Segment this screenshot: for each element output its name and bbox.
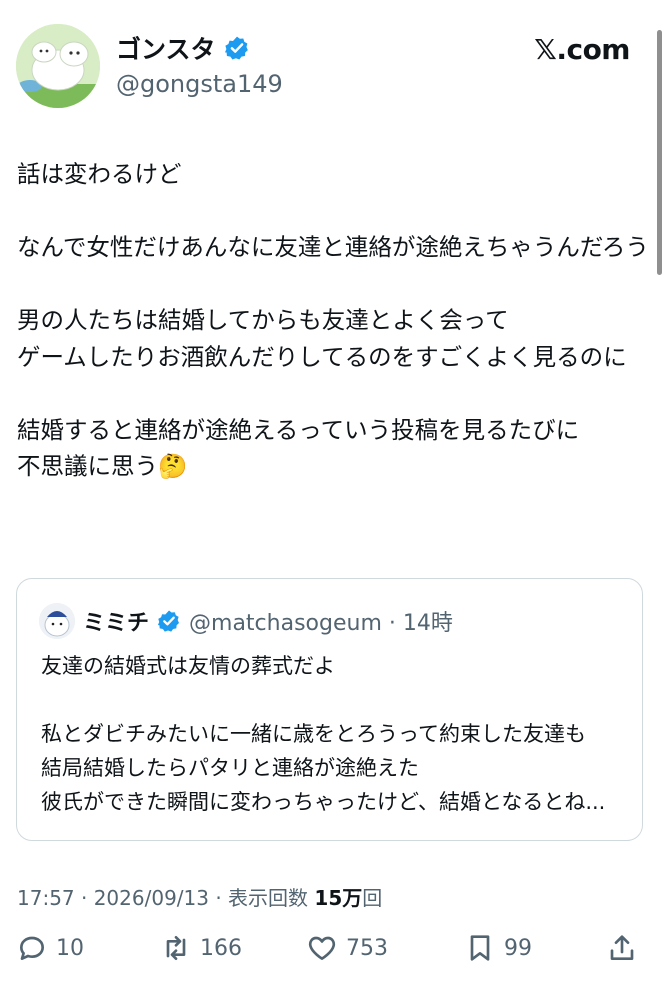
quoted-tweet-card[interactable]: ミミチ @matchasogeum · 14時 友達の結婚式は友情の葬式だよ 私… xyxy=(16,578,643,841)
x-logo[interactable]: 𝕏.com xyxy=(534,33,630,66)
quoted-tweet-text: 友達の結婚式は友情の葬式だよ 私とダビチみたいに一緒に歳をとろうって約束した友達… xyxy=(41,649,631,819)
avatar-illustration xyxy=(16,24,100,108)
quoted-tweet-header: ミミチ @matchasogeum · 14時 xyxy=(39,603,453,639)
bookmark-button[interactable]: 99 xyxy=(464,932,532,964)
retweet-button[interactable]: 166 xyxy=(160,932,242,964)
like-count: 753 xyxy=(346,935,388,961)
timestamp[interactable]: 17:57 · 2026/09/13 · 表示回数 xyxy=(17,886,314,910)
scrollbar[interactable] xyxy=(657,30,662,275)
author-handle[interactable]: @gongsta149 xyxy=(116,70,283,98)
view-count-suffix: 回 xyxy=(362,886,383,910)
bookmark-icon xyxy=(470,935,490,961)
reply-button[interactable]: 10 xyxy=(16,932,84,964)
quoted-tweet-line: 友達の結婚式は友情の葬式だよ xyxy=(41,654,335,678)
author-name-row[interactable]: ゴンスタ xyxy=(116,30,250,66)
quoted-avatar-illustration xyxy=(39,603,75,639)
tweet-metadata: 17:57 · 2026/09/13 · 表示回数 15万回 xyxy=(17,882,382,911)
author-display-name[interactable]: ゴンスタ xyxy=(116,30,216,66)
quoted-author-avatar[interactable] xyxy=(39,603,75,639)
bookmark-count: 99 xyxy=(504,935,532,961)
like-button[interactable]: 753 xyxy=(306,932,388,964)
share-icon xyxy=(610,935,634,960)
tweet-line: なんで女性だけあんなに友達と連絡が途絶えちゃうんだろう xyxy=(17,233,649,261)
tweet-line: ゲームしたりお酒飲んだりしてるのをすごくよく見るのに xyxy=(17,342,627,371)
tweet-text: 話は変わるけど なんで女性だけあんなに友達と連絡が途絶えちゃうんだろう 男の人た… xyxy=(17,156,657,485)
heart-icon xyxy=(308,936,336,960)
author-avatar[interactable] xyxy=(16,24,100,108)
tweet-line: 不思議に思う🤔 xyxy=(17,452,188,480)
quoted-author-handle-time[interactable]: @matchasogeum · 14時 xyxy=(189,605,453,637)
verified-badge-icon xyxy=(157,610,180,632)
quoted-tweet-line: 彼氏ができた瞬間に変わっちゃったけど、結婚となるとね... xyxy=(41,790,606,814)
quoted-tweet-line: 結局結婚したらパタリと連絡が途絶えた xyxy=(41,756,419,780)
action-bar: 10 166 753 99 xyxy=(0,932,672,980)
tweet-line: 結婚すると連絡が途絶えるっていう投稿を見るたびに xyxy=(17,415,580,444)
view-count: 15万 xyxy=(314,886,363,910)
reply-count: 10 xyxy=(56,935,84,961)
tweet-line: 話は変わるけど xyxy=(17,160,182,188)
tweet-line: 男の人たちは結婚してからも友達とよく会って xyxy=(17,306,509,334)
quoted-author-name[interactable]: ミミチ xyxy=(83,605,149,637)
reply-icon xyxy=(20,936,44,960)
retweet-count: 166 xyxy=(200,935,242,961)
verified-badge-icon xyxy=(224,36,248,60)
retweet-icon xyxy=(166,936,186,960)
quoted-tweet-line: 私とダビチみたいに一緒に歳をとろうって約束した友達も xyxy=(41,722,586,746)
share-button[interactable] xyxy=(606,932,638,964)
